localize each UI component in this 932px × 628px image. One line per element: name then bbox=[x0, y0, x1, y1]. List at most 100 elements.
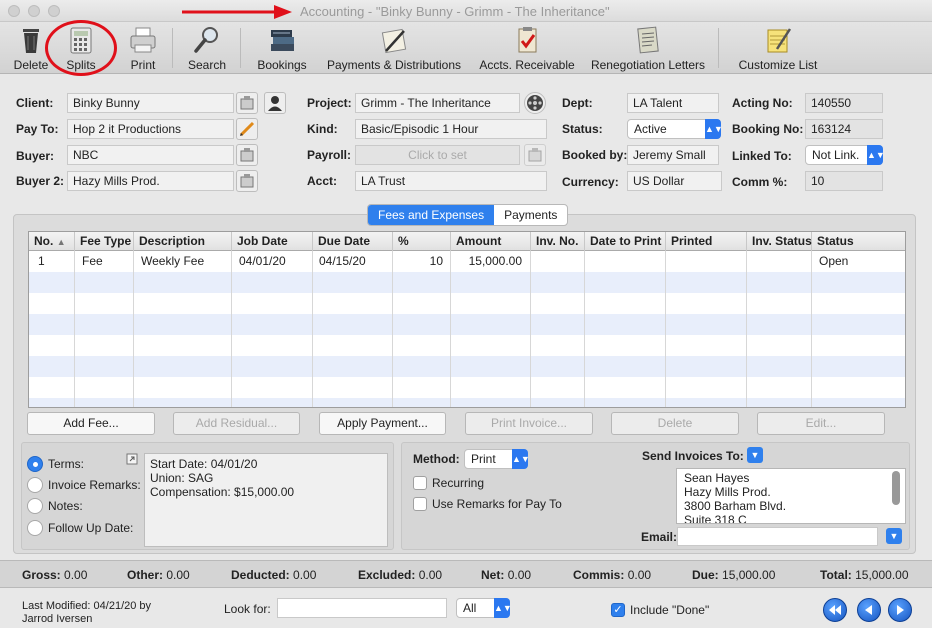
next-record-button[interactable] bbox=[888, 598, 912, 622]
kind-label: Kind: bbox=[307, 122, 338, 136]
first-record-button[interactable] bbox=[823, 598, 847, 622]
add-fee-button[interactable]: Add Fee... bbox=[27, 412, 155, 435]
previous-record-button[interactable] bbox=[857, 598, 881, 622]
annotation-arrow bbox=[182, 5, 292, 19]
payments-distributions-tool-button[interactable]: Payments & Distributions bbox=[326, 22, 462, 74]
linkedto-select[interactable]: Not Link. ▲▼ bbox=[805, 145, 885, 165]
bookedby-field[interactable]: Jeremy Small bbox=[627, 145, 719, 165]
project-reel-button[interactable] bbox=[524, 92, 546, 114]
lookup-icon bbox=[240, 148, 254, 162]
terms-text[interactable]: Start Date: 04/01/20 Union: SAG Compensa… bbox=[144, 453, 388, 547]
column-header-status[interactable]: Status bbox=[812, 232, 905, 251]
tab-fees-and-expenses[interactable]: Fees and Expenses bbox=[368, 205, 495, 225]
accts-receivable-tool-button[interactable]: Accts. Receivable bbox=[476, 22, 578, 74]
terms-radio[interactable] bbox=[27, 456, 43, 472]
column-header-fee-type[interactable]: Fee Type bbox=[75, 232, 134, 251]
column-header-inv-no[interactable]: Inv. No. bbox=[531, 232, 585, 251]
invoice-remarks-radio[interactable] bbox=[27, 477, 43, 493]
renegotiation-letters-tool-button[interactable]: Renegotiation Letters bbox=[588, 22, 708, 74]
payto-edit-button[interactable] bbox=[236, 118, 258, 140]
column-divider bbox=[74, 251, 75, 407]
use-remarks-checkbox[interactable] bbox=[413, 497, 427, 511]
column-header-no[interactable]: No. ▲ bbox=[29, 232, 75, 251]
expand-icon[interactable] bbox=[126, 453, 138, 465]
client-lookup-button[interactable] bbox=[236, 92, 258, 114]
recurring-checkbox[interactable] bbox=[413, 476, 427, 490]
delete-fee-button[interactable]: Delete bbox=[611, 412, 739, 435]
payto-field[interactable]: Hop 2 it Productions bbox=[67, 119, 234, 139]
toolbar-separator bbox=[240, 28, 241, 68]
buyer2-field[interactable]: Hazy Mills Prod. bbox=[67, 171, 234, 191]
currency-field[interactable]: US Dollar bbox=[627, 171, 722, 191]
email-dropdown[interactable]: ▼ bbox=[886, 528, 902, 544]
table-row-empty bbox=[29, 293, 905, 314]
payroll-lookup-button[interactable] bbox=[524, 144, 546, 166]
email-field[interactable] bbox=[677, 527, 878, 546]
customize-list-tool-label: Customize List bbox=[738, 58, 818, 72]
person-icon bbox=[268, 96, 282, 111]
customize-list-tool-button[interactable]: Customize List bbox=[734, 22, 822, 74]
column-header-percent[interactable]: % bbox=[393, 232, 451, 251]
column-header-due-date[interactable]: Due Date bbox=[313, 232, 393, 251]
bookings-tool-label: Bookings bbox=[257, 58, 307, 72]
currency-label: Currency: bbox=[562, 175, 619, 189]
column-divider bbox=[312, 251, 313, 407]
column-header-job-date[interactable]: Job Date bbox=[232, 232, 313, 251]
due-total: Due: 15,000.00 bbox=[692, 568, 775, 582]
minimize-window-button[interactable] bbox=[28, 5, 40, 17]
address-line: Sean Hayes bbox=[684, 471, 750, 485]
add-residual-button[interactable]: Add Residual... bbox=[173, 412, 300, 435]
column-divider bbox=[811, 251, 812, 407]
total-value: 15,000.00 bbox=[855, 568, 909, 582]
comm-field[interactable]: 10 bbox=[805, 171, 883, 191]
send-invoices-dropdown[interactable]: ▼ bbox=[747, 447, 763, 463]
buyer-lookup-button[interactable] bbox=[236, 144, 258, 166]
close-window-button[interactable] bbox=[8, 5, 20, 17]
search-tool-button[interactable]: Search bbox=[184, 22, 230, 74]
due-label: Due: bbox=[692, 568, 719, 582]
zoom-window-button[interactable] bbox=[48, 5, 60, 17]
buyer2-lookup-button[interactable] bbox=[236, 170, 258, 192]
column-header-label: No. bbox=[34, 234, 54, 248]
grand-total: Total: 15,000.00 bbox=[820, 568, 909, 582]
kind-field[interactable]: Basic/Episodic 1 Hour bbox=[355, 119, 547, 139]
buyer2-label: Buyer 2: bbox=[16, 174, 65, 188]
method-select[interactable]: Print ▲▼ bbox=[464, 449, 530, 469]
address-scrollbar[interactable] bbox=[892, 471, 900, 505]
buyer-field[interactable]: NBC bbox=[67, 145, 234, 165]
payroll-field[interactable]: Click to set bbox=[355, 145, 520, 165]
toolbar-separator bbox=[718, 28, 719, 68]
include-done-checkbox[interactable]: ✓ bbox=[611, 603, 625, 617]
apply-payment-button[interactable]: Apply Payment... bbox=[319, 412, 446, 435]
filter-select[interactable]: All ▲▼ bbox=[456, 598, 512, 618]
dept-field[interactable]: LA Talent bbox=[627, 93, 719, 113]
column-header-description[interactable]: Description bbox=[134, 232, 232, 251]
look-for-input[interactable] bbox=[277, 598, 447, 618]
excluded-total: Excluded: 0.00 bbox=[358, 568, 442, 582]
toolbar-separator bbox=[172, 28, 173, 68]
column-header-date-to-print[interactable]: Date to Print bbox=[585, 232, 666, 251]
column-header-printed[interactable]: Printed bbox=[666, 232, 747, 251]
project-field[interactable]: Grimm - The Inheritance bbox=[355, 93, 520, 113]
payto-label: Pay To: bbox=[16, 122, 59, 136]
client-field[interactable]: Binky Bunny bbox=[67, 93, 234, 113]
acct-field[interactable]: LA Trust bbox=[355, 171, 547, 191]
status-select[interactable]: Active ▲▼ bbox=[627, 119, 723, 139]
client-photo-button[interactable] bbox=[264, 92, 286, 114]
print-invoice-button[interactable]: Print Invoice... bbox=[465, 412, 593, 435]
bookings-tool-button[interactable]: Bookings bbox=[254, 22, 310, 74]
gross-label: Gross: bbox=[22, 568, 61, 582]
notes-radio[interactable] bbox=[27, 498, 43, 514]
table-row[interactable]: 1 Fee Weekly Fee 04/01/20 04/15/20 10 15… bbox=[29, 251, 905, 272]
send-invoices-address[interactable]: Sean Hayes Hazy Mills Prod. 3800 Barham … bbox=[676, 468, 906, 524]
column-divider bbox=[392, 251, 393, 407]
follow-up-date-radio[interactable] bbox=[27, 520, 43, 536]
gross-value: 0.00 bbox=[64, 568, 88, 582]
edit-fee-button[interactable]: Edit... bbox=[757, 412, 885, 435]
toolbar: Delete Splits Print Search Bookings Paym… bbox=[0, 22, 932, 74]
print-tool-button[interactable]: Print bbox=[122, 22, 164, 74]
column-header-amount[interactable]: Amount bbox=[451, 232, 531, 251]
look-for-label: Look for: bbox=[224, 602, 271, 616]
column-header-inv-status[interactable]: Inv. Status bbox=[747, 232, 812, 251]
tab-payments[interactable]: Payments bbox=[494, 205, 567, 225]
